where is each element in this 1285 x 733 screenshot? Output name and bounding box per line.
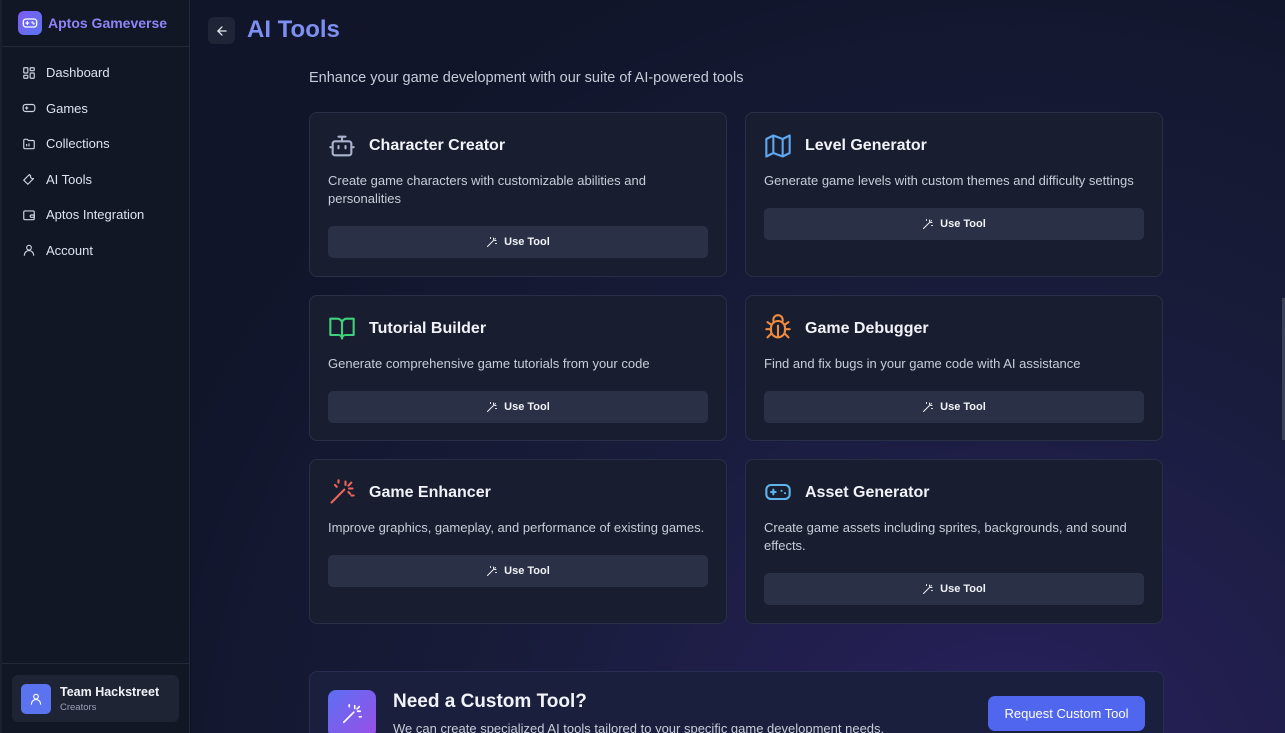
tool-title: Character Creator xyxy=(369,137,506,154)
sidebar-item-label: Dashboard xyxy=(46,65,110,81)
sidebar-item-label: Aptos Integration xyxy=(46,207,145,223)
robot-icon xyxy=(328,132,356,160)
wand-icon xyxy=(486,401,498,413)
tool-title: Asset Generator xyxy=(805,484,930,501)
sidebar-item-account[interactable]: Account xyxy=(2,233,189,269)
use-tool-button[interactable]: Use Tool xyxy=(328,391,708,423)
tool-card-level-generator: Level Generator Generate game levels wit… xyxy=(745,112,1163,277)
sidebar-nav: Dashboard Games Collections AI Tools Apt… xyxy=(2,47,189,268)
custom-tool-description: We can create specialized AI tools tailo… xyxy=(393,721,885,733)
sidebar-item-games[interactable]: Games xyxy=(2,91,189,127)
sidebar-item-collections[interactable]: Collections xyxy=(2,126,189,162)
user-icon xyxy=(22,243,36,257)
tool-description: Create game characters with customizable… xyxy=(328,173,646,206)
tool-title: Game Enhancer xyxy=(369,484,491,501)
team-section: Team Hackstreet Creators xyxy=(2,663,189,733)
custom-tool-title: Need a Custom Tool? xyxy=(393,691,587,712)
request-custom-tool-button[interactable]: Request Custom Tool xyxy=(988,696,1145,731)
use-tool-button[interactable]: Use Tool xyxy=(764,391,1144,423)
tool-card-character-creator: Character Creator Create game characters… xyxy=(309,112,727,277)
brand[interactable]: Aptos Gameverse xyxy=(2,0,189,47)
team-name: Team Hackstreet xyxy=(60,684,160,699)
sidebar-item-dashboard[interactable]: Dashboard xyxy=(2,55,189,91)
wand-sparkle-icon xyxy=(328,690,376,733)
custom-tool-banner: Need a Custom Tool? We can create specia… xyxy=(309,671,1164,733)
use-tool-button[interactable]: Use Tool xyxy=(764,208,1144,240)
wand-icon xyxy=(922,401,934,413)
sidebar-item-label: Games xyxy=(46,100,88,116)
sidebar-item-label: Collections xyxy=(46,136,110,152)
tool-card-tutorial-builder: Tutorial Builder Generate comprehensive … xyxy=(309,295,727,441)
wand-sparkle-icon xyxy=(328,478,356,506)
main-content: AI Tools Enhance your game development w… xyxy=(191,0,1285,733)
tool-card-asset-generator: Asset Generator Create game assets inclu… xyxy=(745,459,1163,624)
tool-description: Create game assets including sprites, ba… xyxy=(764,520,1127,553)
use-tool-label: Use Tool xyxy=(504,401,550,413)
back-button[interactable] xyxy=(208,17,235,44)
tool-card-game-debugger: Game Debugger Find and fix bugs in your … xyxy=(745,295,1163,441)
tool-description: Generate game levels with custom themes … xyxy=(764,173,1134,188)
wand-icon xyxy=(922,583,934,595)
team-card[interactable]: Team Hackstreet Creators xyxy=(12,675,179,722)
use-tool-label: Use Tool xyxy=(940,401,986,413)
tool-title: Game Debugger xyxy=(805,320,929,337)
user-icon xyxy=(21,683,51,714)
wrench-icon xyxy=(22,172,36,186)
grid-icon xyxy=(22,66,36,80)
folder-icon xyxy=(22,137,36,151)
tool-title: Level Generator xyxy=(805,137,927,154)
tool-description: Find and fix bugs in your game code with… xyxy=(764,356,1081,371)
tool-description: Generate comprehensive game tutorials fr… xyxy=(328,356,650,371)
sidebar-item-ai-tools[interactable]: AI Tools xyxy=(2,162,189,198)
tool-title: Tutorial Builder xyxy=(369,320,487,337)
use-tool-button[interactable]: Use Tool xyxy=(328,226,708,258)
use-tool-label: Use Tool xyxy=(940,218,986,230)
gamepad-icon xyxy=(22,101,36,115)
wand-icon xyxy=(486,565,498,577)
sidebar-item-aptos-integration[interactable]: Aptos Integration xyxy=(2,197,189,233)
tool-description: Improve graphics, gameplay, and performa… xyxy=(328,520,705,535)
use-tool-label: Use Tool xyxy=(504,236,550,248)
wand-icon xyxy=(922,218,934,230)
sidebar-item-label: Account xyxy=(46,242,93,258)
arrow-left-icon xyxy=(216,25,227,36)
book-icon xyxy=(328,314,356,342)
tool-card-game-enhancer: Game Enhancer Improve graphics, gameplay… xyxy=(309,459,727,624)
use-tool-label: Use Tool xyxy=(504,565,550,577)
sidebar-item-label: AI Tools xyxy=(46,171,93,187)
map-icon xyxy=(764,132,792,160)
wallet-icon xyxy=(22,208,36,222)
use-tool-button[interactable]: Use Tool xyxy=(328,555,708,587)
use-tool-button[interactable]: Use Tool xyxy=(764,573,1144,605)
gamepad-icon xyxy=(764,478,792,506)
page-title: AI Tools xyxy=(247,16,340,43)
bug-icon xyxy=(764,314,792,342)
use-tool-label: Use Tool xyxy=(940,583,986,595)
sidebar: Aptos Gameverse Dashboard Games Collecti… xyxy=(0,0,190,733)
wand-icon xyxy=(486,236,498,248)
team-role: Creators xyxy=(60,701,97,713)
gamepad-icon xyxy=(18,11,42,35)
page-subtitle: Enhance your game development with our s… xyxy=(309,70,744,86)
brand-name: Aptos Gameverse xyxy=(48,15,168,31)
